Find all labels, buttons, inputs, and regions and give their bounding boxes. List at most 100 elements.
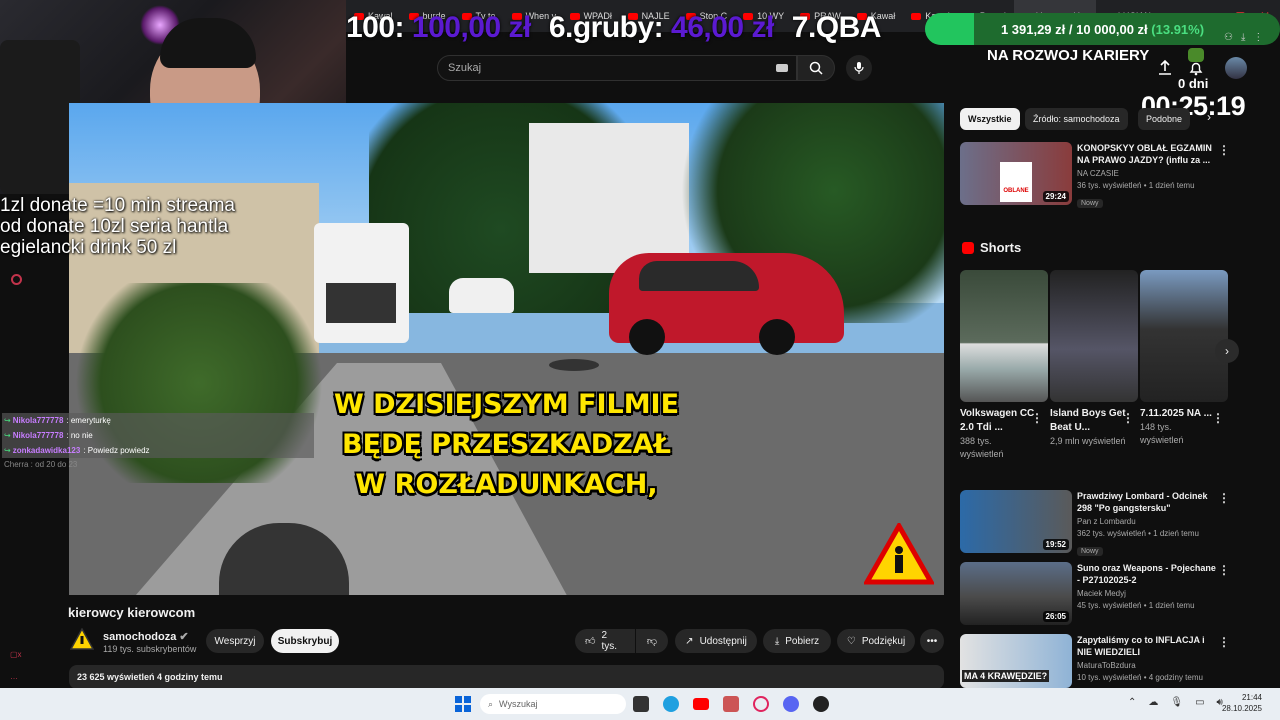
tray-chevron-icon[interactable]: ⌃ (1128, 697, 1136, 708)
donation-goal-fill (925, 13, 975, 45)
search-input[interactable]: Szukaj (437, 55, 797, 81)
share-button[interactable]: ↗ Udostępnij (675, 629, 757, 653)
system-tray: ⌃ ☁ 🎙︎ ▭ 🔊︎ (1128, 697, 1223, 708)
channel-logo-icon[interactable] (70, 628, 94, 650)
chat-message: ↪ zonkadawidka123 : Powiedz powiedz (2, 443, 314, 458)
app-icon[interactable] (723, 696, 739, 712)
related-item-info[interactable]: Zapytaliśmy co to INFLACJA i NIE WIEDZIE… (1077, 634, 1217, 684)
shorts-next-button[interactable]: › (1215, 339, 1239, 363)
keyboard-icon[interactable] (776, 64, 788, 72)
task-view-icon[interactable] (633, 696, 649, 712)
browser-tab[interactable]: Tv to (454, 0, 504, 32)
taskbar-search[interactable]: ⌕ Wyszukaj (480, 694, 626, 714)
short-info[interactable]: Volkswagen CC 2.0 Tdi ... 388 tys. wyświ… (960, 407, 1036, 461)
channel-name[interactable]: samochodoza ✔ (103, 630, 189, 643)
edge-icon[interactable] (663, 696, 679, 712)
tab-label: Kawał (870, 11, 896, 21)
related-thumbnail[interactable]: OBLANE 29:24 (960, 142, 1072, 205)
subscribe-button[interactable]: Subskrybuj (271, 629, 339, 653)
browser-tab[interactable]: Kawal (346, 0, 401, 32)
related-thumbnail[interactable]: 19:52 (960, 490, 1072, 553)
youtube-favicon-icon (461, 12, 472, 20)
network-icon[interactable]: ▭ (1195, 697, 1204, 708)
video-player[interactable]: W DZISIEJSZYM FILMIE BĘDĘ PRZESZKADZAŁ W… (69, 103, 944, 595)
youtube-icon[interactable] (693, 698, 709, 710)
goal-current: 1 391,29 zł (1000, 21, 1066, 37)
streamer-cap (160, 18, 256, 68)
chip-related[interactable]: Podobne (1138, 108, 1191, 130)
kebab-menu-icon[interactable]: ⋮ (1212, 411, 1224, 425)
obs-icon[interactable] (813, 696, 829, 712)
kebab-menu-icon[interactable]: ⋮ (1218, 563, 1230, 577)
short-info[interactable]: 7.11.2025 NA ... 148 tys. wyświetleń (1140, 407, 1216, 447)
avatar[interactable] (1225, 57, 1247, 79)
like-button[interactable]: 👍︎ 2 tys. (575, 629, 635, 653)
kebab-menu-icon[interactable]: ⋮ (1218, 143, 1230, 157)
discord-icon[interactable] (783, 696, 799, 712)
dislike-button[interactable]: 👎︎ (636, 629, 668, 653)
browser-tab[interactable]: NAJLE (620, 0, 678, 32)
video-red-car (609, 253, 844, 355)
browser-tab[interactable]: PRAW (792, 0, 849, 32)
thanks-button[interactable]: ♡ Podziękuj (837, 629, 915, 653)
notifications-bell-icon[interactable] (1188, 60, 1204, 76)
download-label: Pobierz (785, 635, 820, 647)
tab-label: NAJLE (641, 11, 670, 21)
video-description[interactable]: 23 625 wyświetleń 4 godziny temu (69, 665, 944, 689)
browser-tab[interactable]: 10 WY (735, 0, 792, 32)
related-thumbnail[interactable]: 26:05 (960, 562, 1072, 625)
chevron-right-icon: › (1225, 344, 1229, 358)
video-building (529, 123, 689, 273)
related-item-info[interactable]: Suno oraz Weapons - Pojechane - P2710202… (1077, 562, 1217, 612)
short-thumbnail[interactable] (1140, 270, 1228, 402)
chip-from-channel[interactable]: Źródło: samochodoza (1025, 108, 1128, 130)
kebab-menu-icon[interactable]: ⋮ (1122, 411, 1134, 425)
clock-date: 28.10.2025 (1221, 704, 1262, 713)
browser-tab[interactable]: When y (504, 0, 562, 32)
voice-search-button[interactable] (846, 55, 872, 81)
related-title: Suno oraz Weapons - Pojechane - P2710202… (1077, 563, 1216, 585)
profile-icon[interactable]: ⚇ (1224, 32, 1233, 43)
chat-close-icon[interactable]: ▢x (10, 650, 22, 659)
browser-tab[interactable]: Kawał (849, 0, 904, 32)
download-button[interactable]: ⤓ Pobierz (763, 629, 831, 653)
kebab-menu-icon[interactable]: ⋮ (1031, 411, 1043, 425)
more-icon: ••• (926, 635, 938, 647)
related-item-info[interactable]: KONOPSKYY OBLAŁ EGZAMIN NA PRAWO JAZDY? … (1077, 142, 1217, 210)
cloud-icon[interactable]: ☁ (1148, 697, 1158, 708)
kebab-menu-icon[interactable]: ⋮ (1218, 491, 1230, 505)
search-button[interactable] (797, 55, 835, 81)
related-thumbnail[interactable]: MA 4 KRAWĘDZIE? (960, 634, 1072, 688)
stream-rules-text: 1zl donate =10 min streama od donate 10z… (0, 195, 235, 258)
search-placeholder: Szukaj (448, 62, 482, 74)
rule-line: egielancki drink 50 zl (0, 237, 177, 258)
browser-tab[interactable]: WPADł (562, 0, 620, 32)
support-button[interactable]: Wesprzyj (206, 629, 264, 653)
windows-start-icon[interactable] (455, 696, 471, 712)
browser-tab[interactable]: burde (401, 0, 454, 32)
browser-tab[interactable]: Stop C (678, 0, 736, 32)
related-item-info[interactable]: Prawdziwy Lombard - Odcinek 298 "Po gang… (1077, 490, 1217, 558)
short-thumbnail[interactable] (960, 270, 1048, 402)
mic-tray-icon[interactable]: 🎙︎ (1170, 697, 1183, 708)
chevron-right-icon[interactable]: › (1207, 110, 1211, 124)
download-arrow-icon: ⤓ (774, 635, 780, 647)
chat-menu-icon[interactable]: … (10, 672, 18, 681)
more-actions-button[interactable]: ••• (920, 629, 944, 653)
chat-settings-icon[interactable] (11, 274, 22, 285)
kebab-menu-icon[interactable]: ⋮ (1218, 635, 1230, 649)
upload-icon[interactable] (1157, 59, 1173, 77)
opera-icon[interactable] (753, 696, 769, 712)
thumb-caption: OBLANE (1000, 162, 1032, 202)
chat-user: Nikola777778 (12, 431, 64, 440)
short-info[interactable]: Island Boys Get Beat U... 2,9 mln wyświe… (1050, 407, 1126, 448)
youtube-favicon-icon (856, 12, 867, 20)
stream-chat: ↪ Nikola777778 : emeryturkę ↪ Nikola7777… (2, 413, 314, 472)
chat-text: : no nie (66, 431, 93, 440)
short-thumbnail[interactable] (1050, 270, 1138, 402)
menu-icon[interactable]: ⋮ (1253, 32, 1263, 43)
duration-badge: 26:05 (1042, 611, 1069, 622)
download-icon[interactable]: ⤓ (1241, 32, 1245, 43)
taskbar-clock[interactable]: 21:44 28.10.2025 (1222, 692, 1262, 714)
chip-all[interactable]: Wszystkie (960, 108, 1020, 130)
